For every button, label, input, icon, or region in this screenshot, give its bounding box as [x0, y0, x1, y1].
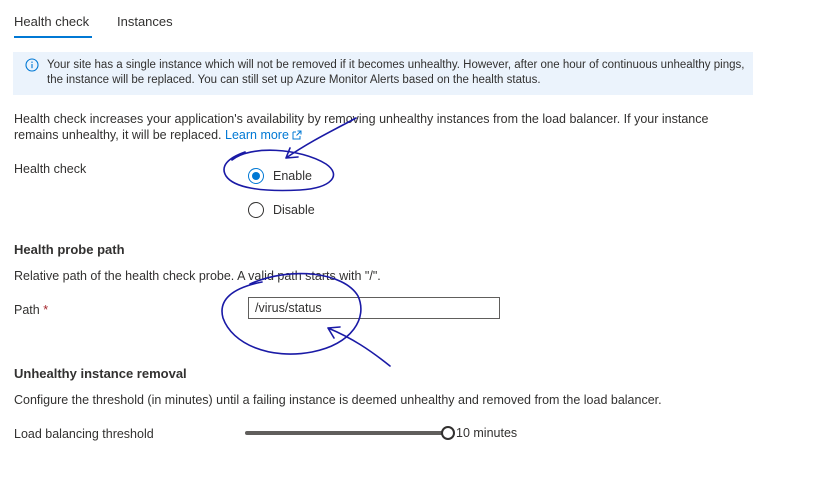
external-link-icon [292, 130, 302, 140]
health-probe-path-title: Health probe path [14, 242, 125, 257]
threshold-label: Load balancing threshold [14, 427, 154, 441]
path-label: Path * [14, 303, 49, 317]
threshold-value: 10 minutes [456, 426, 518, 440]
tab-health-check[interactable]: Health check [14, 14, 89, 29]
disable-radio[interactable] [248, 202, 264, 218]
threshold-slider-thumb[interactable] [441, 426, 455, 440]
health-check-label: Health check [14, 162, 87, 176]
disable-radio-label: Disable [273, 203, 315, 217]
info-banner: Your site has a single instance which wi… [13, 52, 753, 95]
enable-radio-label: Enable [273, 169, 312, 183]
intro-paragraph: Health check increases your application'… [14, 111, 744, 143]
enable-radio-option[interactable]: Enable [248, 166, 312, 186]
info-banner-text: Your site has a single instance which wi… [47, 59, 745, 86]
info-icon [25, 58, 39, 72]
annotation-arrow-path [327, 326, 391, 367]
active-tab-indicator [14, 36, 92, 38]
enable-radio[interactable] [248, 168, 264, 184]
required-indicator: * [43, 303, 49, 317]
path-input[interactable]: /virus/status [248, 297, 500, 319]
health-probe-description: Relative path of the health check probe.… [14, 269, 381, 283]
unhealthy-removal-description: Configure the threshold (in minutes) unt… [14, 393, 662, 407]
unhealthy-removal-title: Unhealthy instance removal [14, 366, 187, 381]
threshold-slider-track[interactable] [245, 431, 448, 435]
intro-text: Health check increases your application'… [14, 112, 709, 142]
tab-instances[interactable]: Instances [117, 14, 173, 29]
learn-more-link[interactable]: Learn more [225, 128, 302, 142]
disable-radio-option[interactable]: Disable [248, 200, 315, 220]
